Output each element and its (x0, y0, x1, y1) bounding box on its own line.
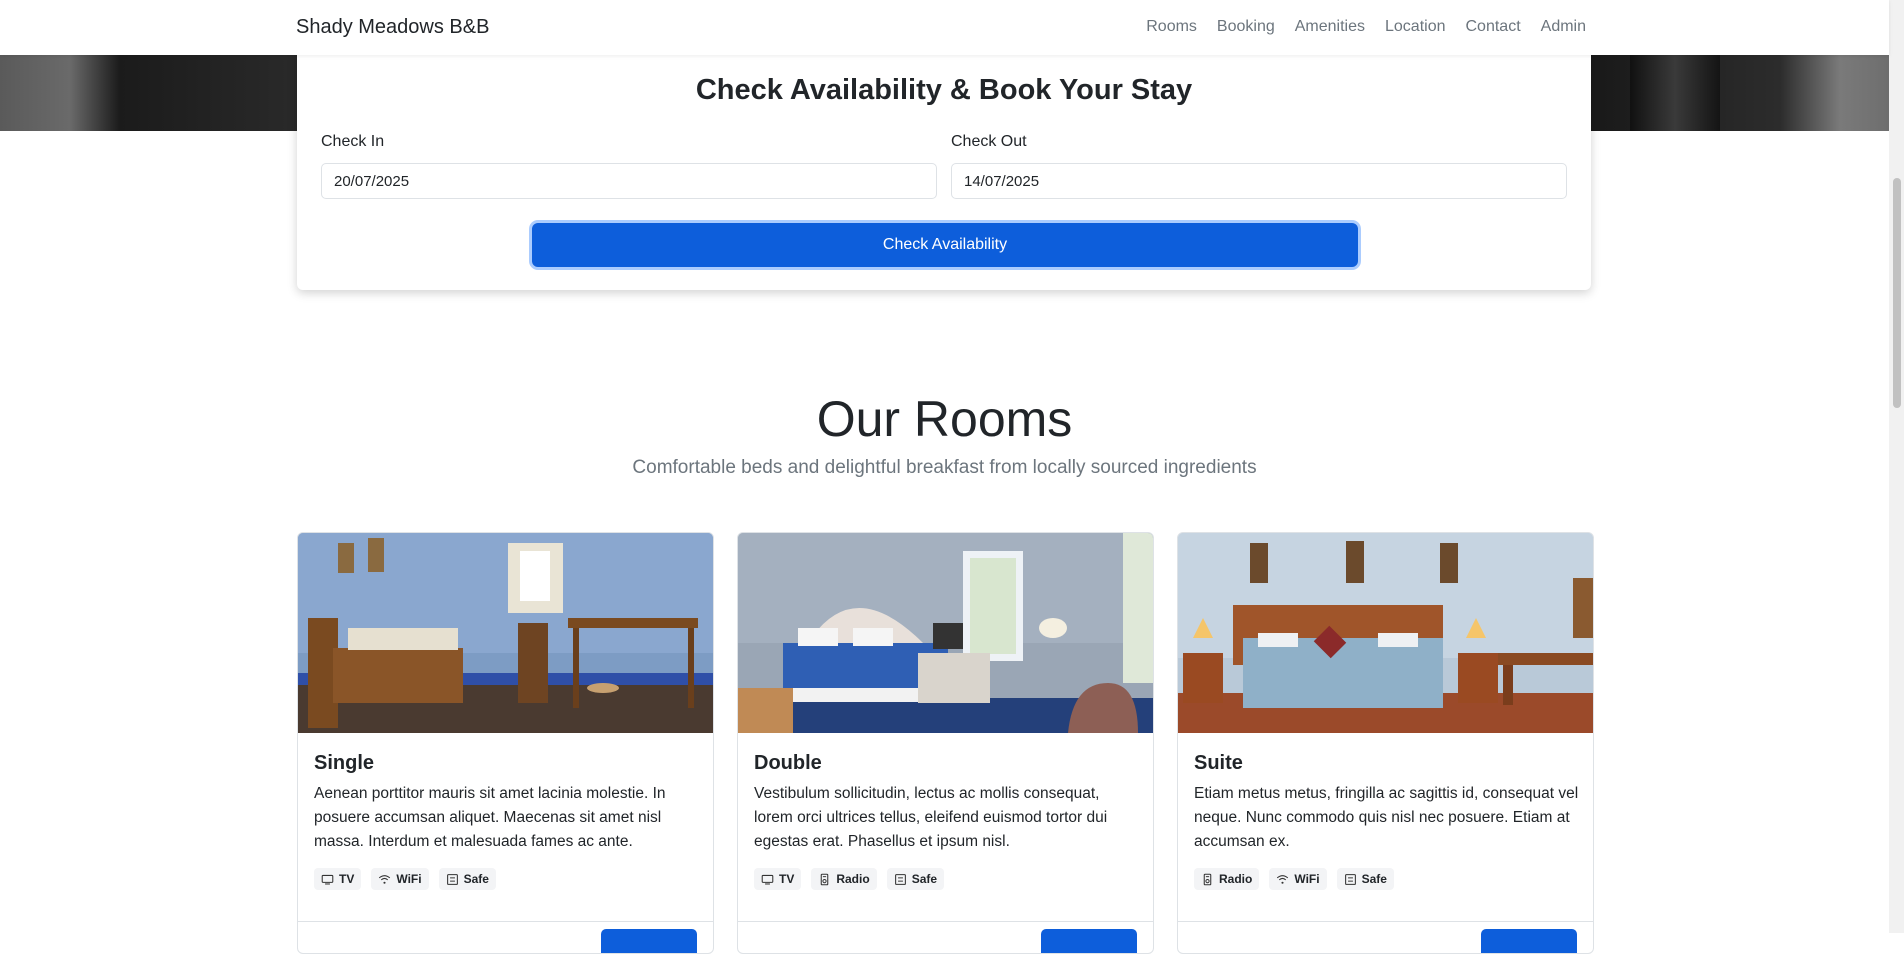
amenity-badge: Safe (1336, 868, 1394, 890)
radio-icon (1203, 873, 1212, 885)
page-scrollbar[interactable] (1889, 0, 1904, 933)
check-out-label: Check Out (951, 133, 1027, 150)
top-navbar: Shady Meadows B&B Rooms Booking Amenitie… (0, 0, 1889, 55)
room-card-suite: Suite Etiam metus metus, fringilla ac sa… (1177, 532, 1594, 954)
amenity-label: TV (339, 872, 355, 886)
amenity-badge: Radio (811, 868, 877, 890)
amenity-list: TV Radio Safe (754, 868, 945, 890)
room-name: Suite (1194, 752, 1243, 774)
rooms-subtitle: Comfortable beds and delightful breakfas… (632, 457, 1257, 478)
card-footer (738, 921, 1153, 922)
card-footer (298, 921, 713, 922)
wifi-icon (379, 874, 391, 884)
nav-link-booking[interactable]: Booking (1217, 18, 1275, 36)
nav-link-amenities[interactable]: Amenities (1295, 18, 1365, 36)
safe-icon (1344, 873, 1356, 885)
room-card-single: Single Aenean porttitor mauris sit amet … (297, 532, 714, 954)
safe-icon (446, 873, 458, 885)
room-image-double (738, 533, 1153, 733)
nav-links: Rooms Booking Amenities Location Contact… (1146, 18, 1586, 36)
safe-icon (894, 873, 906, 885)
amenity-badge: TV (314, 868, 362, 890)
nav-link-contact[interactable]: Contact (1466, 18, 1521, 36)
amenity-list: TV WiFi Safe (314, 868, 496, 890)
nav-link-rooms[interactable]: Rooms (1146, 18, 1197, 36)
card-footer (1178, 921, 1593, 922)
radio-icon (821, 873, 829, 885)
brand-link[interactable]: Shady Meadows B&B (296, 16, 489, 39)
check-in-input[interactable] (321, 163, 937, 199)
check-out-input[interactable] (951, 163, 1567, 199)
room-description: Vestibulum sollicitudin, lectus ac molli… (754, 785, 1108, 850)
amenity-badge: Safe (886, 868, 945, 890)
amenity-badge: WiFi (371, 868, 429, 890)
amenity-badge: Radio (1194, 868, 1260, 890)
nav-link-admin[interactable]: Admin (1541, 18, 1586, 36)
room-name: Single (314, 752, 375, 774)
amenity-label: Safe (463, 872, 489, 886)
room-card-double: Double Vestibulum sollicitudin, lectus a… (737, 532, 1154, 954)
tv-icon (321, 874, 334, 884)
amenity-badge: Safe (438, 868, 496, 890)
room-name: Double (754, 752, 822, 774)
scrollbar-thumb[interactable] (1893, 178, 1901, 408)
nav-link-location[interactable]: Location (1385, 18, 1446, 36)
amenity-label: Radio (1219, 872, 1253, 886)
room-image-single (298, 533, 713, 733)
check-availability-button[interactable]: Check Availability (532, 223, 1358, 267)
rooms-title: Our Rooms (816, 391, 1073, 447)
amenity-badge: WiFi (1269, 868, 1327, 890)
amenity-label: WiFi (396, 872, 422, 886)
room-description: Aenean porttitor mauris sit amet lacinia… (314, 785, 666, 850)
amenity-label: WiFi (1294, 872, 1320, 886)
amenity-badge: TV (754, 868, 802, 890)
amenity-label: Safe (911, 872, 938, 886)
room-image-suite (1178, 533, 1593, 733)
check-in-label: Check In (321, 133, 385, 150)
amenity-label: TV (779, 872, 795, 886)
wifi-icon (1277, 874, 1289, 884)
amenity-list: Radio WiFi Safe (1194, 868, 1394, 890)
amenity-label: Safe (1361, 872, 1387, 886)
booking-title: Check Availability & Book Your Stay (695, 74, 1193, 106)
booking-card: Check Availability & Book Your Stay Chec… (297, 30, 1591, 290)
amenity-label: Radio (836, 872, 870, 886)
room-description: Etiam metus metus, fringilla ac sagittis… (1194, 785, 1579, 850)
tv-icon (761, 874, 774, 884)
